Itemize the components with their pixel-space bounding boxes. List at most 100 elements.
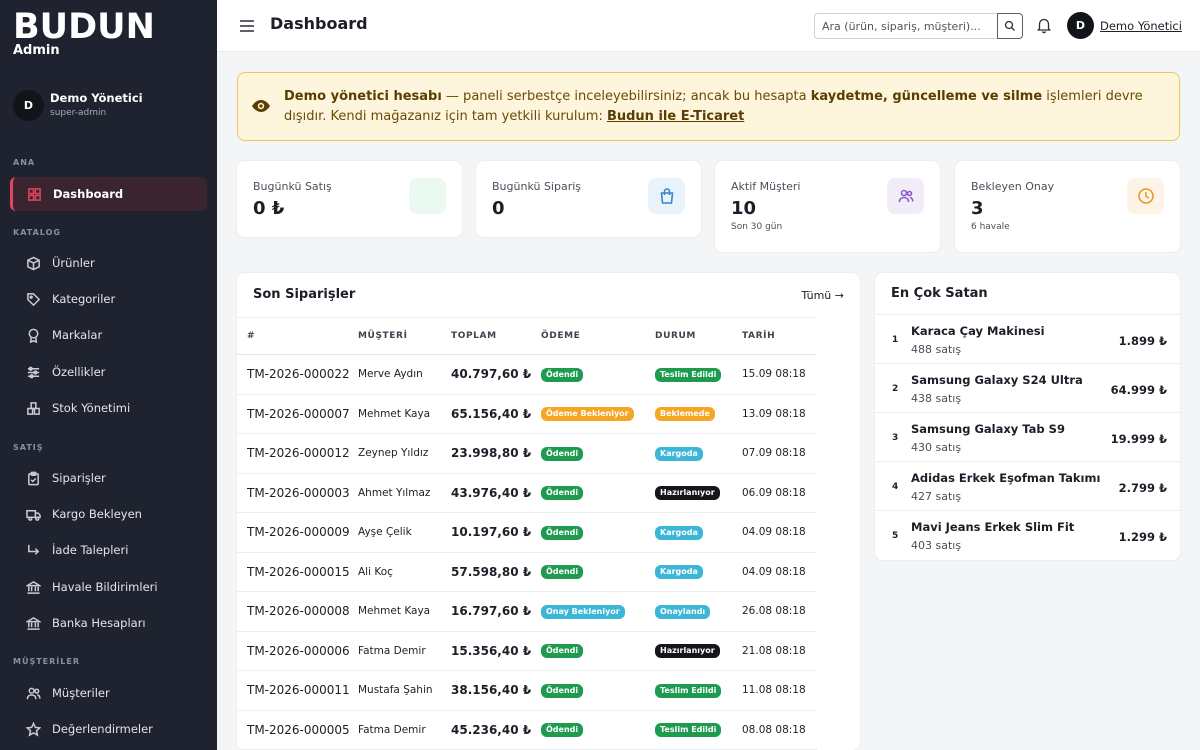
status-badge: Teslim Edildi <box>655 683 722 698</box>
table-row[interactable]: TM-2026-000012 Zeynep Yıldız 23.998,80 ₺ Öd… <box>237 433 817 474</box>
sidebar-item-markalar[interactable]: Markalar <box>10 318 207 352</box>
sidebar-item-dashboard[interactable]: Dashboard <box>10 177 207 211</box>
list-item[interactable]: 2 Samsung Galaxy S24 Ultra 438 satış 64.999… <box>875 363 1180 412</box>
sidebar-item-havale[interactable]: Havale Bildirimleri <box>10 570 207 604</box>
product-name: Karaca Çay Makinesi <box>911 324 1045 338</box>
card-title: Son Siparişler <box>253 287 356 302</box>
status-badge: Kargoda <box>655 525 703 540</box>
hamburger-menu-icon[interactable] <box>237 16 257 36</box>
order-id[interactable]: TM-2026-000007 <box>237 394 358 434</box>
payment-cell: Onay Bekleniyor <box>541 591 655 632</box>
sidebar: BUDUN Admin D Demo Yönetici super-admin … <box>0 0 217 750</box>
order-total: 45.236,40 ₺ <box>451 710 541 750</box>
section-ana: ANA <box>13 158 36 167</box>
table-row[interactable]: TM-2026-000011 Mustafa Şahin 38.156,40 ₺ Öd… <box>237 670 817 711</box>
card-title: En Çok Satan <box>891 286 988 301</box>
rank-number: 5 <box>892 531 899 541</box>
order-date: 07.09 08:18 <box>742 433 817 474</box>
sidebar-user-role: super-admin <box>50 108 107 118</box>
table-row[interactable]: TM-2026-000007 Mehmet Kaya 65.156,40 ₺ Ödem… <box>237 394 817 434</box>
column-header: # <box>237 317 358 355</box>
sidebar-item-siparisler[interactable]: Siparişler <box>10 461 207 495</box>
sidebar-item-iade[interactable]: İade Talepleri <box>10 533 207 567</box>
brand-logo[interactable]: BUDUN Admin <box>13 7 193 58</box>
status-badge: Hazırlanıyor <box>655 486 720 501</box>
table-header-row: # MÜŞTERİ TOPLAM ÖDEME DURUM TARİH <box>237 317 817 355</box>
order-date: 08.08 08:18 <box>742 710 817 750</box>
avatar[interactable]: D <box>1067 12 1094 39</box>
recent-orders-card: Son Siparişler Tümü → # MÜŞTERİ TOPLAM Ö… <box>237 273 860 750</box>
payment-badge: Ödendi <box>541 644 584 659</box>
table-row[interactable]: TM-2026-000008 Mehmet Kaya 16.797,60 ₺ Onay… <box>237 591 817 632</box>
users-icon <box>25 685 41 701</box>
payment-badge: Onay Bekleniyor <box>541 604 625 619</box>
table-row[interactable]: TM-2026-000003 Ahmet Yılmaz 43.976,40 ₺ Öde… <box>237 473 817 513</box>
sidebar-item-ozellikler[interactable]: Özellikler <box>10 355 207 389</box>
product-price: 19.999 ₺ <box>1110 432 1167 446</box>
order-total: 38.156,40 ₺ <box>451 670 541 711</box>
search-input[interactable] <box>814 13 997 39</box>
column-header: TOPLAM <box>451 317 541 355</box>
order-id[interactable]: TM-2026-000022 <box>237 354 358 395</box>
order-id[interactable]: TM-2026-000008 <box>237 591 358 632</box>
order-id[interactable]: TM-2026-000005 <box>237 710 358 750</box>
product-name: Samsung Galaxy Tab S9 <box>911 422 1065 436</box>
payment-cell: Ödendi <box>541 433 655 474</box>
setup-link[interactable]: Budun ile E-Ticaret <box>607 109 744 124</box>
payment-badge: Ödeme Bekleniyor <box>541 407 634 422</box>
stat-sub: Son 30 gün <box>731 222 783 232</box>
bell-icon[interactable] <box>1035 16 1053 34</box>
table-row[interactable]: TM-2026-000015 Ali Koç 57.598,80 ₺ Ödendi Ka… <box>237 552 817 592</box>
order-customer: Ayşe Çelik <box>358 512 451 553</box>
order-total: 65.156,40 ₺ <box>451 394 541 434</box>
stat-card-sales: Bugünkü Satış 0 ₺ <box>237 161 462 237</box>
order-id[interactable]: TM-2026-000009 <box>237 512 358 553</box>
sidebar-user[interactable]: D Demo Yönetici super-admin <box>12 90 202 122</box>
order-total: 16.797,60 ₺ <box>451 591 541 632</box>
sidebar-item-label: Dashboard <box>53 187 124 201</box>
sidebar-item-urunler[interactable]: Ürünler <box>10 246 207 280</box>
sidebar-item-degerlendirmeler[interactable]: Değerlendirmeler <box>10 712 207 746</box>
box-icon <box>25 255 41 271</box>
view-all-link[interactable]: Tümü → <box>801 289 844 302</box>
sidebar-item-stok[interactable]: Stok Yönetimi <box>10 391 207 425</box>
payment-cell: Ödendi <box>541 473 655 513</box>
order-id[interactable]: TM-2026-000003 <box>237 473 358 513</box>
order-date: 11.08 08:18 <box>742 670 817 711</box>
payment-badge: Ödendi <box>541 486 584 501</box>
order-date: 15.09 08:18 <box>742 354 817 395</box>
table-row[interactable]: TM-2026-000022 Merve Aydın 40.797,60 ₺ Öden… <box>237 354 817 395</box>
payment-cell: Ödendi <box>541 354 655 395</box>
list-item[interactable]: 1 Karaca Çay Makinesi 488 satış 1.899 ₺ <box>875 314 1180 363</box>
payment-cell: Ödendi <box>541 552 655 592</box>
table-row[interactable]: TM-2026-000009 Ayşe Çelik 10.197,60 ₺ Ödend… <box>237 512 817 553</box>
order-customer: Fatma Demir <box>358 710 451 750</box>
list-item[interactable]: 5 Mavi Jeans Erkek Slim Fit 403 satış 1.299… <box>875 510 1180 559</box>
sidebar-item-banka[interactable]: Banka Hesapları <box>10 606 207 640</box>
sidebar-item-kategoriler[interactable]: Kategoriler <box>10 282 207 316</box>
product-name: Samsung Galaxy S24 Ultra <box>911 373 1083 387</box>
order-total: 23.998,80 ₺ <box>451 433 541 474</box>
sidebar-item-kargo[interactable]: Kargo Bekleyen <box>10 497 207 531</box>
payment-cell: Ödendi <box>541 512 655 553</box>
search-button[interactable] <box>997 13 1023 39</box>
table-row[interactable]: TM-2026-000006 Fatma Demir 15.356,40 ₺ Öden… <box>237 631 817 671</box>
order-total: 10.197,60 ₺ <box>451 512 541 553</box>
order-id[interactable]: TM-2026-000011 <box>237 670 358 711</box>
table-row[interactable]: TM-2026-000005 Fatma Demir 45.236,40 ₺ Öden… <box>237 710 817 750</box>
order-customer: Mehmet Kaya <box>358 591 451 632</box>
status-badge: Teslim Edildi <box>655 367 722 382</box>
sidebar-item-musteriler[interactable]: Müşteriler <box>10 676 207 710</box>
order-customer: Zeynep Yıldız <box>358 433 451 474</box>
order-id[interactable]: TM-2026-000012 <box>237 433 358 474</box>
status-badge: Onaylandı <box>655 604 711 619</box>
order-date: 26.08 08:18 <box>742 591 817 632</box>
rank-number: 4 <box>892 482 899 492</box>
list-item[interactable]: 3 Samsung Galaxy Tab S9 430 satış 19.999 ₺ <box>875 412 1180 461</box>
user-menu-link[interactable]: Demo Yönetici <box>1100 19 1182 33</box>
sidebar-item-label: Değerlendirmeler <box>52 722 153 736</box>
list-item[interactable]: 4 Adidas Erkek Eşofman Takımı 427 satış 2.7… <box>875 461 1180 510</box>
status-badge: Hazırlanıyor <box>655 644 720 659</box>
order-id[interactable]: TM-2026-000015 <box>237 552 358 592</box>
order-id[interactable]: TM-2026-000006 <box>237 631 358 671</box>
